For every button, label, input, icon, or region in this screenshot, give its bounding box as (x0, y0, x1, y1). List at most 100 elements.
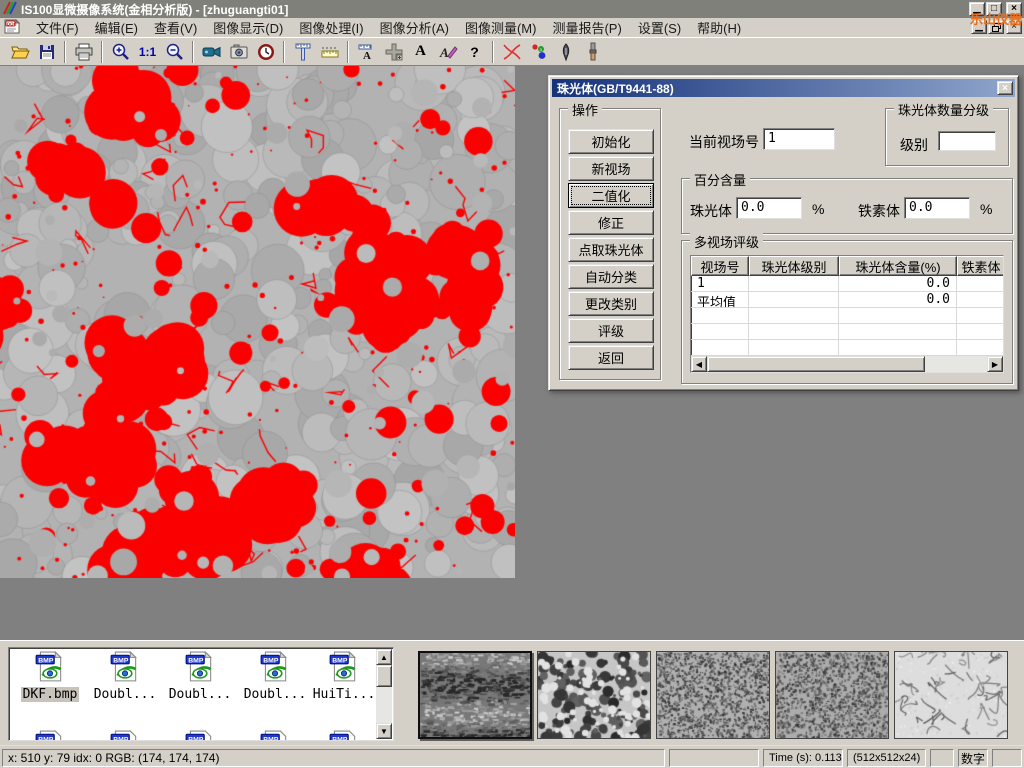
multi-view-table[interactable]: 视场号 珠光体级别 珠光体含量(%) 铁素体 1 0.0 平均值 0.0 (690, 255, 1004, 373)
table-header-row: 视场号 珠光体级别 珠光体含量(%) 铁素体 (691, 256, 1003, 276)
caliper-button[interactable] (289, 39, 316, 64)
col-ferrite[interactable]: 铁素体 (957, 256, 1004, 276)
col-field-no[interactable]: 视场号 (691, 256, 749, 276)
menu-image-measure[interactable]: 图像测量(M) (457, 16, 545, 39)
thumbnail-2[interactable] (537, 651, 651, 739)
menu-image-process[interactable]: 图像处理(I) (291, 16, 371, 39)
correct-button[interactable]: 修正 (568, 210, 654, 235)
file-item-partial[interactable]: BMP (309, 730, 379, 741)
measure-text-button[interactable]: A (353, 39, 380, 64)
return-button[interactable]: 返回 (568, 345, 654, 370)
thumbnail-4[interactable] (775, 651, 889, 739)
file-item[interactable]: BMP HuiTi... (309, 651, 379, 702)
open-button[interactable] (6, 39, 33, 64)
printer-icon (74, 42, 94, 62)
pen-tool-button[interactable] (552, 39, 579, 64)
mdi-close-button[interactable]: × (1006, 20, 1022, 34)
help-button[interactable]: ? (461, 39, 488, 64)
auto-classify-button[interactable]: 自动分类 (568, 264, 654, 289)
file-item[interactable]: BMP Doubl... (240, 651, 310, 702)
current-view-input[interactable]: 1 (763, 128, 835, 150)
floppy-icon (38, 43, 56, 61)
file-item[interactable]: BMP Doubl... (90, 651, 160, 702)
menu-view[interactable]: 查看(V) (146, 16, 205, 39)
change-class-button[interactable]: 更改类别 (568, 291, 654, 316)
text-tool-button[interactable]: A (407, 39, 434, 64)
document-icon[interactable]: DOC (4, 19, 20, 37)
file-item-partial[interactable]: BMP (240, 730, 310, 741)
menu-image-display[interactable]: 图像显示(D) (205, 16, 291, 39)
scroll-left-icon[interactable]: ◀ (691, 356, 707, 372)
actual-size-button[interactable]: 1:1 (134, 39, 161, 64)
scroll-down-icon[interactable]: ▼ (376, 723, 392, 739)
brush-tool-button[interactable] (579, 39, 606, 64)
file-name[interactable]: HuiTi... (311, 687, 378, 702)
menu-image-analysis[interactable]: 图像分析(A) (372, 16, 457, 39)
dialog-title: 珠光体(GB/T9441-88) (557, 80, 674, 97)
file-name[interactable]: Doubl... (167, 687, 234, 702)
minimize-button[interactable]: ▁ (969, 2, 985, 16)
thumbnail-5[interactable] (894, 651, 1008, 739)
file-item-partial[interactable]: BMP (15, 730, 85, 741)
timer-button[interactable] (252, 39, 279, 64)
table-row-empty (691, 324, 1003, 340)
table-row[interactable]: 1 0.0 (691, 276, 1003, 292)
camera-capture-button[interactable] (225, 39, 252, 64)
cell-field-no: 平均值 (691, 292, 749, 307)
zoom-in-button[interactable] (107, 39, 134, 64)
col-pearlite-grade[interactable]: 珠光体级别 (749, 256, 839, 276)
scrollbar-thumb[interactable] (376, 665, 392, 687)
dialog-title-bar[interactable]: 珠光体(GB/T9441-88) × (552, 79, 1015, 97)
dialog-close-button[interactable]: × (997, 81, 1013, 95)
mdi-restore-button[interactable] (988, 20, 1004, 34)
grade-button[interactable]: 评级 (568, 318, 654, 343)
menu-measure-report[interactable]: 测量报告(P) (544, 16, 629, 39)
thumbnail-1[interactable] (418, 651, 532, 739)
init-button[interactable]: 初始化 (568, 129, 654, 154)
pick-pearlite-button[interactable]: 点取珠光体 (568, 237, 654, 262)
mdi-minimize-button[interactable]: ▁ (971, 20, 987, 34)
scroll-right-icon[interactable]: ▶ (987, 356, 1003, 372)
binarize-button[interactable]: 二值化 (568, 183, 654, 208)
table-row[interactable]: 平均值 0.0 (691, 292, 1003, 308)
file-item-partial[interactable]: BMP (165, 730, 235, 741)
new-field-button[interactable]: 新视场 (568, 156, 654, 181)
maximize-button[interactable]: □ (986, 2, 1002, 16)
file-name[interactable]: Doubl... (92, 687, 159, 702)
save-button[interactable] (33, 39, 60, 64)
menu-file[interactable]: 文件(F) (28, 16, 87, 39)
file-item[interactable]: BMP Doubl... (165, 651, 235, 702)
pearlite-percent-input[interactable]: 0.0 (736, 197, 802, 219)
bmp-file-icon: BMP (109, 651, 141, 683)
zoom-out-button[interactable] (161, 39, 188, 64)
annotate-tool-button[interactable]: A (434, 39, 461, 64)
video-capture-button[interactable] (198, 39, 225, 64)
file-name[interactable]: Doubl... (242, 687, 309, 702)
menu-edit[interactable]: 编辑(E) (87, 16, 146, 39)
svg-text:BMP: BMP (113, 736, 129, 741)
particles-tool-button[interactable]: 3 (525, 39, 552, 64)
col-pearlite-content[interactable]: 珠光体含量(%) (839, 256, 957, 276)
file-list-scrollbar[interactable]: ▲ ▼ (376, 649, 392, 739)
metallographic-image[interactable] (0, 66, 515, 578)
question-mark-icon: ? (470, 44, 479, 60)
ferrite-percent-input[interactable]: 0.0 (904, 197, 970, 219)
file-name[interactable]: DKF.bmp (21, 687, 80, 702)
print-button[interactable] (70, 39, 97, 64)
percent-group-title: 百分含量 (690, 170, 750, 189)
cell-pearlite: 0.0 (839, 276, 957, 291)
file-item-partial[interactable]: BMP (90, 730, 160, 741)
menu-help[interactable]: 帮助(H) (689, 16, 749, 39)
ruler-button[interactable] (316, 39, 343, 64)
menu-settings[interactable]: 设置(S) (630, 16, 689, 39)
level-input[interactable] (938, 131, 996, 151)
table-horizontal-scrollbar[interactable]: ◀ ▶ (691, 356, 1003, 372)
file-item[interactable]: BMP DKF.bmp (15, 651, 85, 702)
scrollbar-thumb[interactable] (707, 356, 925, 372)
move-cross-button[interactable] (380, 39, 407, 64)
scroll-up-icon[interactable]: ▲ (376, 649, 392, 665)
file-browser[interactable]: BMP DKF.bmp BMP Doubl... BMP Doubl... BM… (8, 647, 394, 741)
close-button[interactable]: × (1006, 2, 1022, 16)
spline-tool-button[interactable] (498, 39, 525, 64)
thumbnail-3[interactable] (656, 651, 770, 739)
